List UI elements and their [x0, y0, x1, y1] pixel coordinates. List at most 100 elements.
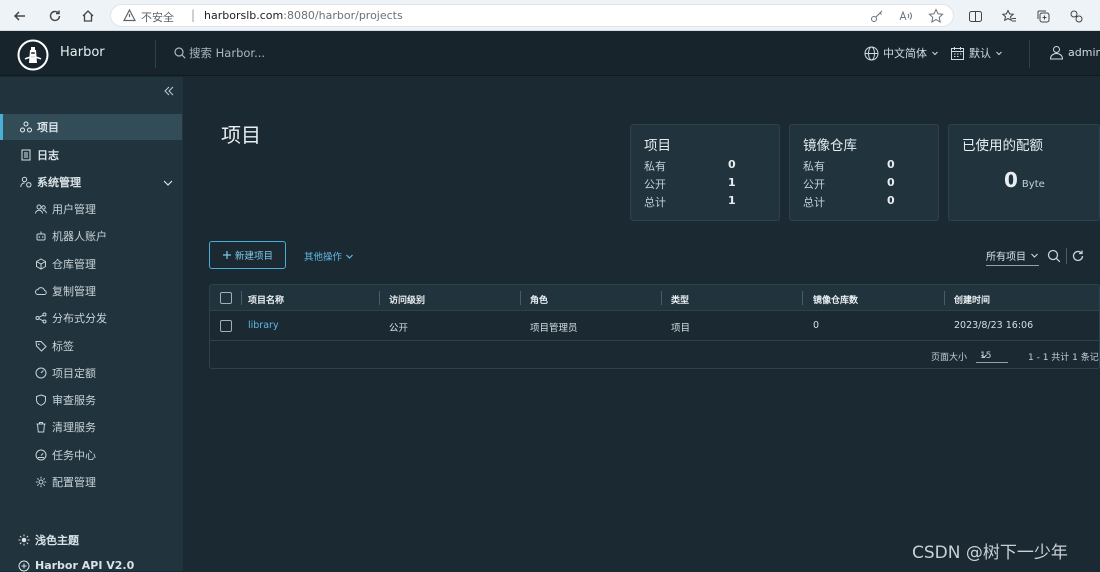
replication-icon — [35, 287, 47, 295]
read-aloud-icon[interactable] — [898, 8, 914, 24]
chevron-down-icon — [346, 254, 353, 259]
private-projects-count: 0 — [728, 158, 736, 171]
project-name-link[interactable]: library — [248, 320, 279, 331]
total-projects-row: 总计 1 — [644, 194, 736, 210]
api-explorer-link[interactable]: Harbor API V2.0 — [18, 559, 134, 572]
url-path: :8080/harbor/projects — [283, 9, 403, 22]
plus-icon — [222, 251, 231, 259]
column-header-name[interactable]: 项目名称 — [248, 293, 284, 306]
row-checkbox[interactable] — [220, 320, 232, 332]
column-header-creation-time[interactable]: 创建时间 — [954, 293, 990, 306]
key-icon[interactable] — [869, 8, 885, 24]
address-bar[interactable]: 不安全 | harborslb.com:8080/harbor/projects — [110, 4, 954, 27]
card-title: 已使用的配额 — [962, 138, 1043, 154]
search-icon[interactable] — [1047, 249, 1061, 263]
page-size-value: 15 — [980, 350, 992, 361]
public-projects-count: 1 — [728, 176, 736, 189]
url-separator: | — [191, 8, 196, 22]
sidebar-item-replications[interactable]: 复制管理 — [35, 283, 96, 299]
sidebar-item-label: 复制管理 — [52, 285, 96, 298]
project-filter-select[interactable]: 所有项目 — [986, 248, 1039, 266]
browser-toolbar: 不安全 | harborslb.com:8080/harbor/projects — [0, 0, 1100, 31]
more-actions-label: 其他操作 — [304, 252, 343, 263]
sidebar-item-label: 项目定额 — [52, 367, 96, 380]
column-header-role[interactable]: 角色 — [530, 293, 548, 306]
home-icon[interactable] — [76, 4, 100, 28]
language-dropdown[interactable]: 中文简体 — [864, 45, 939, 61]
shield-icon — [36, 394, 46, 406]
sidebar-item-admin[interactable]: 系统管理 — [20, 174, 81, 190]
row-label: 私有 — [644, 160, 666, 173]
sidebar-item-labels[interactable]: 标签 — [35, 338, 74, 354]
project-repo-count: 0 — [813, 320, 820, 331]
sidebar-item-projects[interactable]: 项目 — [0, 114, 182, 140]
chevron-down-icon[interactable] — [162, 177, 174, 189]
table-header: 项目名称 访问级别 角色 类型 镜像仓库数 创建时间 — [210, 285, 1099, 311]
brand-name[interactable]: Harbor — [60, 45, 105, 60]
theme-dropdown[interactable]: 默认 — [950, 45, 1003, 61]
card-title: 项目 — [644, 138, 671, 154]
url-text[interactable]: harborslb.com:8080/harbor/projects — [204, 9, 403, 22]
sidebar-item-registries[interactable]: 仓库管理 — [35, 256, 96, 272]
tag-icon — [35, 341, 47, 352]
sidebar-item-quotas[interactable]: 项目定额 — [35, 365, 96, 381]
theme-label: 默认 — [969, 47, 991, 60]
back-icon[interactable] — [8, 4, 32, 28]
split-screen-icon[interactable] — [963, 4, 987, 28]
sidebar-item-label: 仓库管理 — [52, 258, 96, 271]
sidebar-item-logs[interactable]: 日志 — [20, 147, 59, 163]
harbor-logo-icon[interactable] — [17, 39, 49, 71]
api-label: Harbor API V2.0 — [35, 559, 135, 572]
collapse-sidebar-icon[interactable] — [163, 85, 175, 97]
private-repos-count: 0 — [887, 158, 895, 171]
sidebar-item-users[interactable]: 用户管理 — [35, 201, 96, 217]
insecure-label: 不安全 — [141, 11, 174, 24]
new-project-button[interactable]: 新建项目 — [209, 241, 286, 269]
column-header-access[interactable]: 访问级别 — [389, 293, 425, 306]
extension-icon[interactable] — [1064, 4, 1088, 28]
favorite-star-icon[interactable] — [928, 8, 944, 24]
logs-icon — [21, 149, 31, 161]
favorites-icon[interactable] — [997, 4, 1021, 28]
refresh-icon[interactable] — [1071, 249, 1085, 263]
column-header-type[interactable]: 类型 — [671, 293, 689, 306]
gear-icon — [35, 476, 47, 488]
select-all-checkbox[interactable] — [220, 292, 232, 304]
sidebar-item-interrogation[interactable]: 审查服务 — [35, 392, 96, 408]
projects-summary-card: 项目 私有 0 公开 1 总计 1 — [630, 124, 780, 221]
filter-label: 所有项目 — [986, 252, 1026, 263]
sidebar-item-configuration[interactable]: 配置管理 — [35, 474, 96, 490]
sidebar-item-distributions[interactable]: 分布式分发 — [35, 310, 107, 326]
warning-icon — [123, 9, 136, 22]
sidebar-item-clean-up[interactable]: 清理服务 — [35, 419, 96, 435]
quota-icon — [35, 367, 47, 379]
chevron-down-icon — [996, 51, 1002, 56]
admin-icon — [20, 176, 32, 188]
light-theme-toggle[interactable]: 浅色主题 — [18, 532, 79, 548]
header-divider — [1029, 40, 1030, 68]
row-label: 私有 — [803, 160, 825, 173]
more-actions-dropdown[interactable]: 其他操作 — [304, 249, 354, 263]
column-divider — [520, 291, 521, 305]
collections-icon[interactable] — [1031, 4, 1055, 28]
column-divider — [241, 291, 242, 305]
column-divider — [802, 291, 803, 305]
refresh-icon[interactable] — [43, 4, 67, 28]
sidebar-item-robot-accounts[interactable]: 机器人账户 — [35, 228, 107, 244]
total-projects-count: 1 — [728, 194, 736, 207]
calendar-icon — [951, 46, 964, 60]
chevron-down-icon — [932, 51, 938, 56]
column-header-repo-count[interactable]: 镜像仓库数 — [813, 293, 858, 306]
sidebar-item-job-service[interactable]: 任务中心 — [35, 447, 96, 463]
search-placeholder: 搜索 Harbor... — [189, 46, 266, 60]
user-name: admin — [1068, 46, 1100, 59]
sidebar-item-label: 清理服务 — [52, 421, 96, 434]
page-size-select[interactable]: 15 — [976, 349, 1008, 363]
row-label: 总计 — [803, 196, 825, 209]
row-label: 总计 — [644, 196, 666, 209]
dashboard-icon — [35, 449, 47, 461]
row-label: 公开 — [644, 178, 666, 191]
global-search[interactable]: 搜索 Harbor... — [174, 45, 265, 61]
user-menu[interactable]: admin — [1049, 45, 1100, 60]
sidebar-item-label: 项目 — [37, 121, 59, 134]
